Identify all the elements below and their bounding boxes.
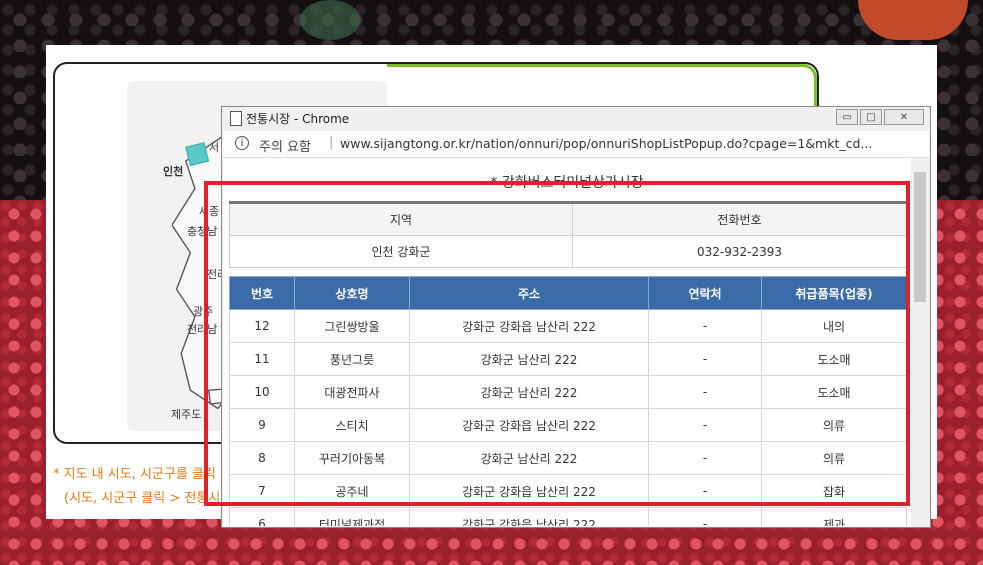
map-label-seoul[interactable]: 서 [209, 139, 219, 155]
cell-shop-name: 터미널제과점 [294, 507, 410, 526]
map-label-incheon[interactable]: 인천 [163, 163, 183, 179]
close-button[interactable]: ✕ [884, 109, 924, 125]
popup-titlebar[interactable]: 전통시장 - Chrome ▭ □ ✕ [222, 107, 930, 129]
cell-contact: - [648, 507, 762, 526]
cell-category: 제과 [761, 507, 907, 526]
url-text[interactable]: www.sijangtong.or.kr/nation/onnuri/pop/o… [340, 136, 925, 151]
map-instruction-line1: * 지도 내 시도, 시군구를 클릭 [53, 467, 216, 482]
scroll-thumb[interactable] [914, 172, 926, 302]
address-bar[interactable]: i 주의 요함 | www.sijangtong.or.kr/nation/on… [223, 131, 929, 158]
cell-address: 강화군 강화읍 남산리 222 [409, 507, 649, 526]
maximize-button[interactable]: □ [860, 109, 882, 125]
leaf-decoration [300, 0, 360, 40]
highlight-box [204, 181, 910, 506]
table-row: 6 터미널제과점 강화군 강화읍 남산리 222 - 제과 [229, 507, 907, 526]
page-icon [230, 111, 242, 126]
map-label-jeju[interactable]: 제주도 [171, 406, 201, 422]
minimize-button[interactable]: ▭ [836, 109, 858, 125]
url-separator: | [329, 135, 334, 150]
security-warning[interactable]: 주의 요함 [259, 136, 311, 155]
cell-number: 6 [229, 507, 295, 526]
vertical-scrollbar[interactable] [911, 158, 929, 526]
info-icon[interactable]: i [235, 136, 249, 150]
window-title: 전통시장 - Chrome [246, 112, 350, 126]
